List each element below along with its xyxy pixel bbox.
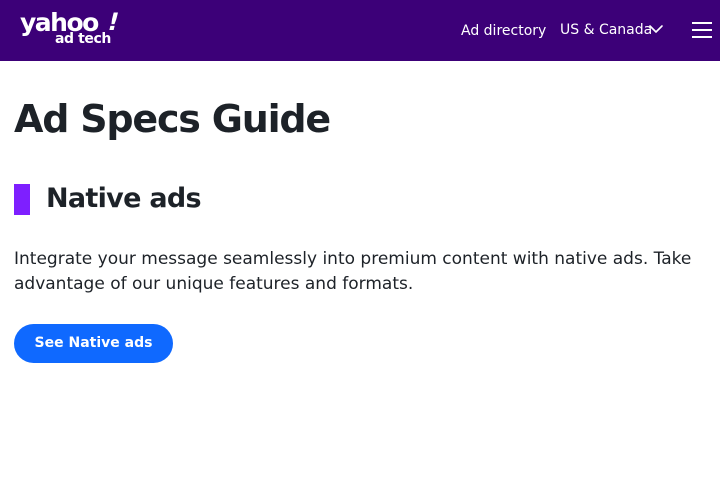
- region-selector[interactable]: US & Canada: [560, 20, 666, 40]
- logo-subtitle: ad tech: [55, 31, 111, 47]
- hamburger-menu-icon[interactable]: [690, 19, 714, 41]
- ad-directory-link[interactable]: Ad directory: [461, 22, 546, 40]
- yahoo-ad-tech-logo[interactable]: yahoo ! ad tech: [20, 8, 124, 49]
- see-native-ads-button[interactable]: See Native ads: [14, 324, 173, 363]
- section-title: Native ads: [46, 183, 202, 214]
- top-navigation-bar: yahoo ! ad tech Ad directory US & Canada: [0, 0, 720, 61]
- page-title: Ad Specs Guide: [14, 97, 331, 141]
- section-description: Integrate your message seamlessly into p…: [14, 249, 692, 294]
- section-accent-bar: [14, 184, 30, 215]
- chevron-down-icon: [649, 25, 663, 33]
- region-label: US & Canada: [560, 22, 653, 38]
